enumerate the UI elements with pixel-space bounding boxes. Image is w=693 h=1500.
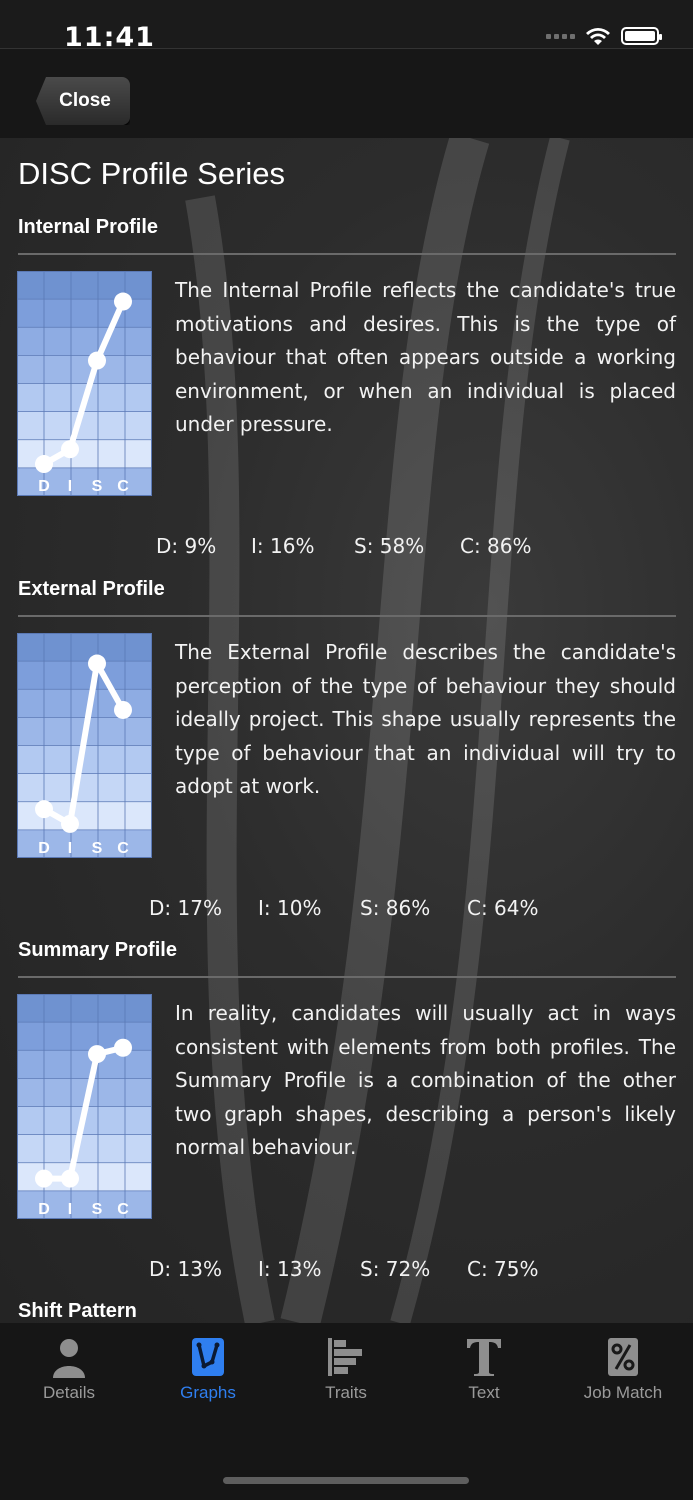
tab-job-match-label: Job Match	[583, 1383, 663, 1402]
section-divider	[18, 976, 676, 978]
section-description: The External Profile describes the candi…	[175, 640, 676, 798]
percent-value-c: C: 64%	[467, 896, 539, 920]
cellular-signal-icon	[546, 33, 575, 39]
section-divider	[18, 615, 676, 617]
graph-band	[17, 271, 152, 300]
content-scroll-area[interactable]: DISC Profile Series Internal Profile D I S C…	[0, 138, 693, 1323]
axis-letter-c: C	[117, 478, 129, 495]
graph-band	[17, 633, 152, 662]
graph-band	[17, 1134, 152, 1164]
axis-letter-d: D	[38, 1201, 50, 1218]
tab-graphs-label: Graphs	[180, 1383, 236, 1402]
percent-value-i: I: 13%	[258, 1257, 322, 1281]
graph-band	[17, 1050, 152, 1079]
tab-bar: Details Graphs Traits Text Job Match	[0, 1323, 693, 1500]
axis-letter-s: S	[91, 840, 103, 857]
axis-letter-s: S	[91, 1201, 103, 1218]
disc-graph	[17, 633, 152, 858]
percent-value-d: D: 9%	[156, 534, 217, 558]
disc-point-d	[35, 800, 53, 819]
percent-value-i: I: 16%	[251, 534, 315, 558]
disc-point-i	[61, 814, 79, 833]
section-heading: Shift Pattern	[18, 1300, 137, 1322]
tab-job-match[interactable]: Job Match	[554, 1323, 692, 1413]
axis-letter-d: D	[38, 478, 50, 495]
axis-letter-s: S	[91, 478, 103, 495]
percent-value-d: D: 13%	[149, 1257, 222, 1281]
text-t-icon	[467, 1339, 501, 1376]
disc-point-i	[61, 1169, 79, 1188]
disc-point-c	[114, 292, 132, 311]
close-button[interactable]: Close	[36, 77, 130, 125]
disc-point-d	[35, 1169, 53, 1188]
navigation-bar: Close	[0, 48, 693, 139]
percent-icon	[608, 1338, 638, 1376]
axis-letter-c: C	[117, 840, 129, 857]
section-divider	[18, 253, 676, 255]
status-icons	[546, 26, 662, 46]
percent-value-d: D: 17%	[149, 896, 222, 920]
wifi-icon	[586, 28, 610, 45]
graph-axis-letters: DI SC	[17, 478, 152, 500]
axis-letter-i: I	[67, 478, 73, 495]
disc-graph	[17, 271, 152, 496]
axis-letter-i: I	[67, 840, 73, 857]
graph-band	[17, 355, 152, 384]
graph-band	[17, 327, 152, 356]
graph-band	[17, 411, 152, 441]
section-description: The Internal Profile reflects the candid…	[175, 278, 676, 436]
section-heading: Summary Profile	[18, 939, 177, 961]
graph-band	[17, 689, 152, 718]
axis-letter-i: I	[67, 1201, 73, 1218]
page-title: DISC Profile Series	[18, 156, 286, 191]
percent-value-i: I: 10%	[258, 896, 322, 920]
tab-text[interactable]: Text	[415, 1323, 553, 1413]
disc-point-s	[88, 1045, 106, 1064]
disc-point-d	[35, 455, 53, 474]
tab-details-label: Details	[43, 1383, 95, 1402]
disc-point-s	[88, 351, 106, 370]
graph-axis-letters: DI SC	[17, 1201, 152, 1223]
disc-point-s	[88, 654, 106, 673]
graph-band	[17, 994, 152, 1023]
tab-text-label: Text	[468, 1383, 500, 1402]
graph-icon	[192, 1338, 224, 1376]
percent-value-c: C: 75%	[467, 1257, 539, 1281]
battery-icon	[621, 27, 662, 45]
section-heading: External Profile	[18, 578, 165, 600]
axis-letter-d: D	[38, 840, 50, 857]
tab-traits[interactable]: Traits	[277, 1323, 415, 1413]
axis-letter-c: C	[117, 1201, 129, 1218]
section-description: In reality, candidates will usually act …	[175, 1001, 676, 1159]
person-icon	[53, 1339, 85, 1378]
percent-value-s: S: 86%	[360, 896, 431, 920]
disc-graph	[17, 994, 152, 1219]
disc-point-i	[61, 440, 79, 459]
home-indicator	[223, 1477, 469, 1484]
tab-graphs[interactable]: Graphs	[139, 1323, 277, 1413]
bars-icon	[328, 1338, 362, 1376]
graph-axis-letters: DI SC	[17, 840, 152, 862]
percent-value-s: S: 72%	[360, 1257, 431, 1281]
tab-details[interactable]: Details	[0, 1323, 138, 1413]
section-heading: Internal Profile	[18, 216, 159, 238]
tab-traits-label: Traits	[325, 1383, 367, 1402]
percent-value-c: C: 86%	[460, 534, 532, 558]
graph-band	[17, 773, 152, 803]
disc-point-c	[114, 700, 132, 719]
percent-value-s: S: 58%	[354, 534, 425, 558]
disc-point-c	[114, 1038, 132, 1057]
status-bar: 11:41	[0, 0, 693, 53]
graph-band	[17, 661, 152, 690]
